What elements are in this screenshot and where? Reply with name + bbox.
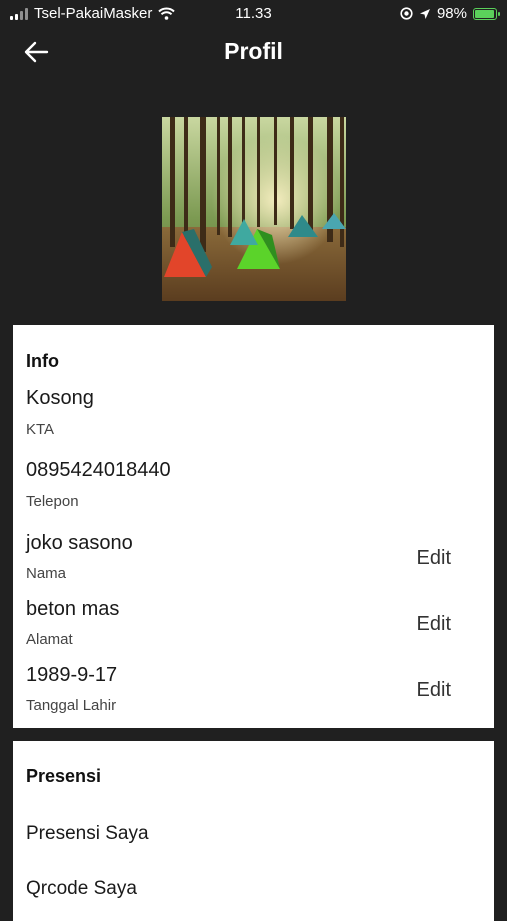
tanggal-lahir-label: Tanggal Lahir — [26, 697, 117, 714]
battery-charging-icon — [473, 7, 500, 20]
info-card: Info Kosong KTA 0895424018440 Telepon jo… — [13, 325, 494, 728]
presensi-card: Presensi Presensi Saya Qrcode Saya — [13, 741, 494, 921]
qrcode-saya-item[interactable]: Qrcode Saya — [26, 878, 137, 900]
location-lock-icon — [400, 7, 413, 20]
edit-nama-button[interactable]: Edit — [417, 547, 451, 570]
kta-label: KTA — [26, 421, 55, 438]
edit-alamat-button[interactable]: Edit — [417, 613, 451, 636]
status-bar: Tsel-PakaiMasker 11.33 98% — [0, 0, 507, 28]
edit-tanggal-lahir-button[interactable]: Edit — [417, 679, 451, 702]
battery-fill — [475, 9, 494, 18]
alamat-value: beton mas — [26, 598, 120, 620]
presensi-section-title: Presensi — [26, 766, 102, 786]
page-title: Profil — [224, 38, 283, 64]
alamat-label: Alamat — [26, 631, 73, 648]
profile-photo — [162, 117, 346, 301]
status-right: 98% — [400, 5, 500, 22]
battery-percentage: 98% — [436, 5, 467, 22]
tanggal-lahir-value: 1989-9-17 — [26, 664, 118, 686]
kta-value: Kosong — [26, 387, 94, 409]
telepon-label: Telepon — [26, 493, 79, 510]
nama-label: Nama — [26, 565, 67, 582]
presensi-saya-item[interactable]: Presensi Saya — [26, 823, 149, 845]
telepon-value: 0895424018440 — [26, 459, 171, 481]
info-section-title: Info — [26, 351, 59, 371]
nav-bar: Profil — [0, 28, 507, 76]
location-arrow-icon — [419, 8, 430, 19]
nama-value: joko sasono — [26, 532, 133, 554]
